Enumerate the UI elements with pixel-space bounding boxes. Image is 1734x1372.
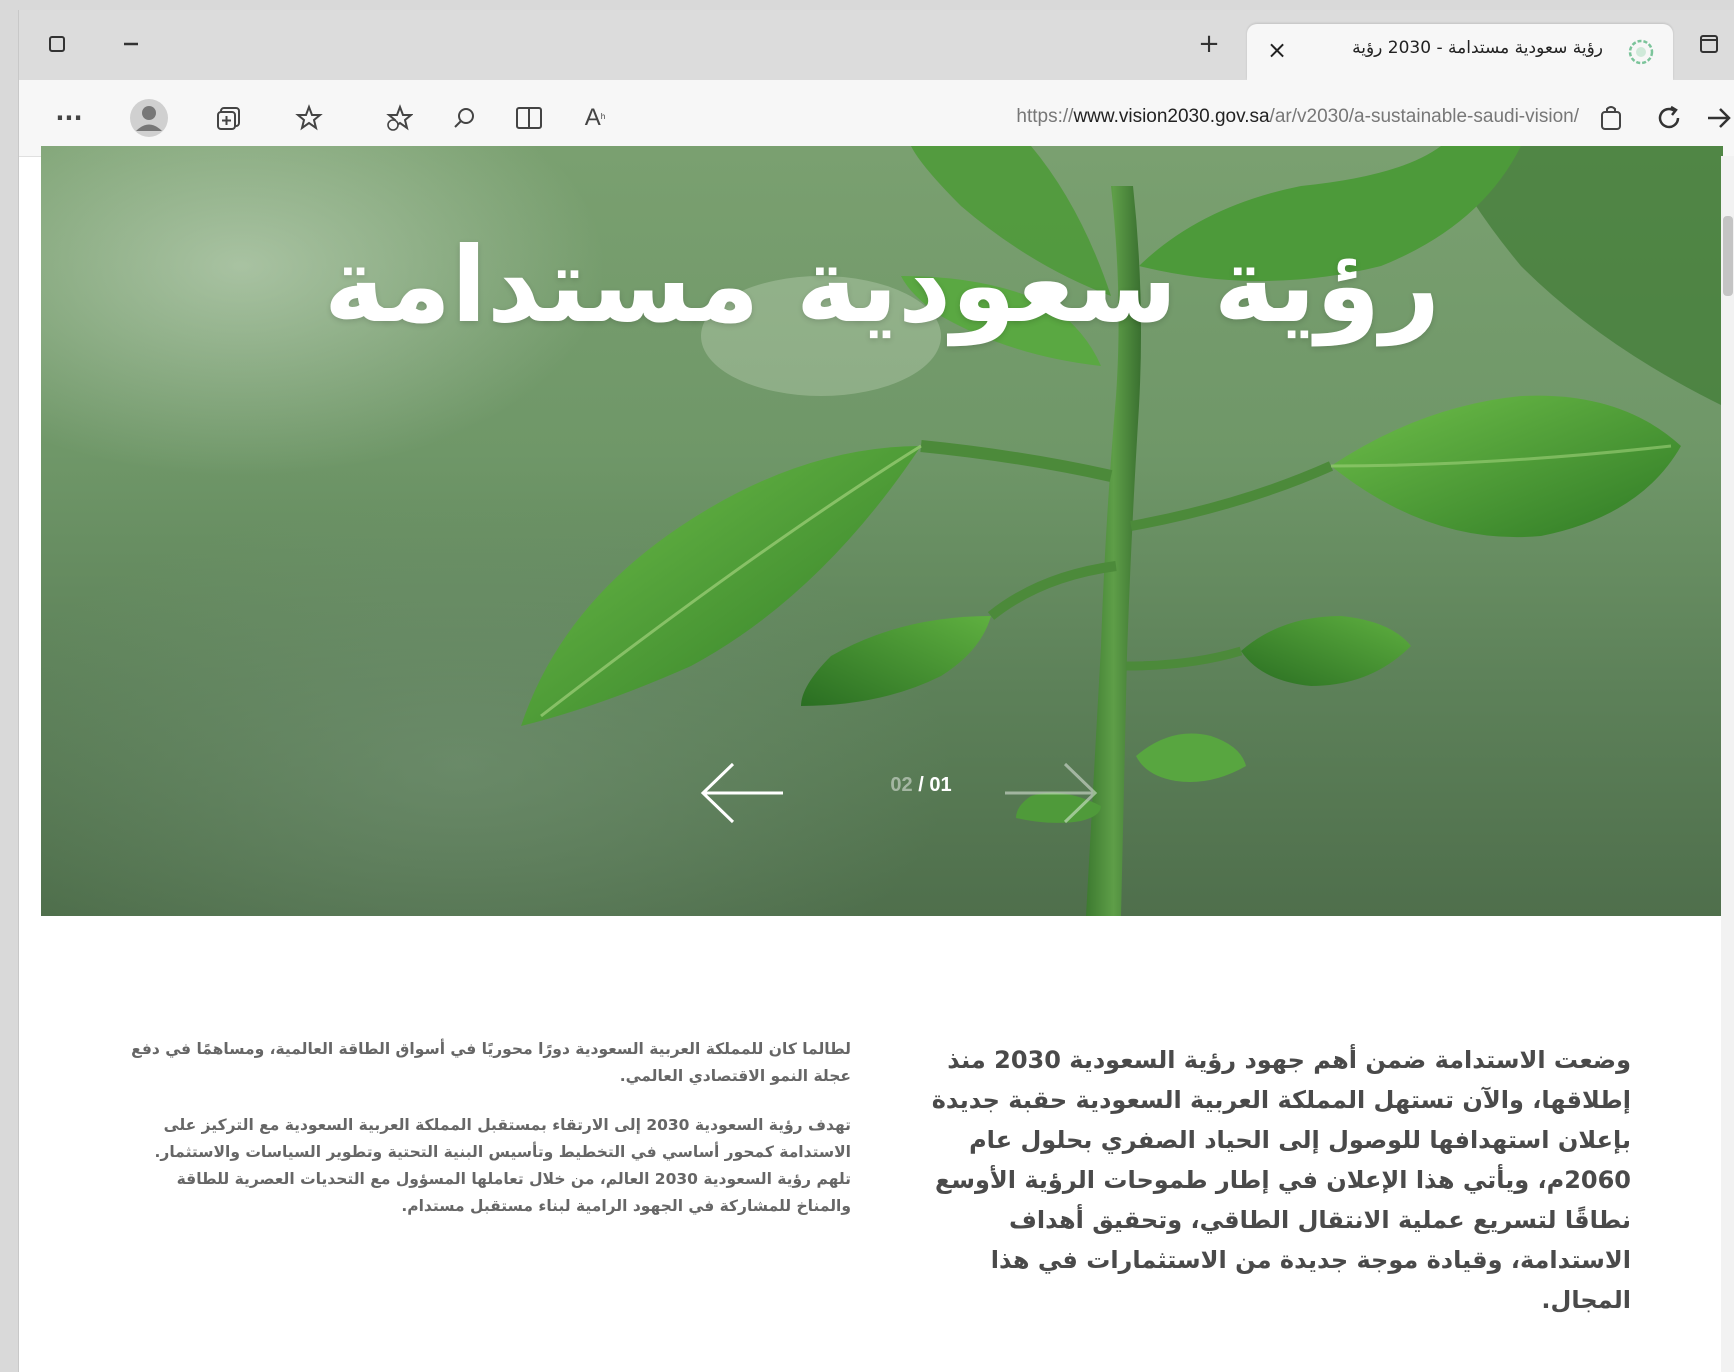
slider-prev-button[interactable] xyxy=(697,760,787,826)
minimize-icon[interactable] xyxy=(109,24,153,64)
url-path: /ar/v2030/a-sustainable-saudi-vision/ xyxy=(1269,106,1579,127)
tab-title: رؤية سعودية مستدامة - 2030 رؤية xyxy=(1352,38,1603,58)
favicon-icon xyxy=(1627,38,1655,66)
arrow-left-icon xyxy=(700,762,783,824)
url-domain: www.vision2030.gov.sa xyxy=(1073,106,1270,127)
hero-slider: رؤية سعودية مستدامة 02 / 01 xyxy=(41,146,1723,916)
slide-counter: 02 / 01 xyxy=(861,774,981,797)
active-tab[interactable]: × رؤية سعودية مستدامة - 2030 رؤية xyxy=(1247,24,1673,80)
article-content: وضعت الاستدامة ضمن أهم جهود رؤية السعودي… xyxy=(41,916,1723,1372)
details-paragraph-2: تهدف رؤية السعودية 2030 إلى الارتقاء بمس… xyxy=(154,1116,851,1215)
title-bar: + × رؤية سعودية مستدامة - 2030 رؤية xyxy=(19,10,1734,80)
arrow-right-icon xyxy=(1005,762,1098,824)
intro-column: وضعت الاستدامة ضمن أهم جهود رؤية السعودي… xyxy=(901,1040,1631,1320)
hero-title: رؤية سعودية مستدامة xyxy=(323,224,1441,346)
add-favorite-icon[interactable] xyxy=(379,98,419,138)
read-aloud-icon[interactable]: Aʰ xyxy=(575,98,615,138)
extensions-icon[interactable] xyxy=(1591,98,1631,138)
more-icon[interactable]: ··· xyxy=(49,98,89,138)
more-menu-label: ··· xyxy=(55,104,83,132)
slide-current: 01 xyxy=(929,774,952,796)
favorites-icon[interactable] xyxy=(289,98,329,138)
profile-icon[interactable] xyxy=(129,98,169,138)
refresh-icon[interactable] xyxy=(1649,98,1689,138)
tab-actions-icon[interactable] xyxy=(35,24,79,64)
forward-icon[interactable] xyxy=(1699,98,1734,138)
close-icon: × xyxy=(1266,36,1288,64)
vertical-scrollbar[interactable] xyxy=(1721,156,1734,1372)
new-tab-button[interactable]: + xyxy=(1187,24,1231,64)
url-prefix: https:// xyxy=(1016,106,1074,127)
slider-next-button[interactable] xyxy=(1001,760,1101,826)
slide-total: 02 xyxy=(890,774,913,796)
collections-icon[interactable] xyxy=(209,98,249,138)
find-icon[interactable] xyxy=(445,98,485,138)
browser-window: + × رؤية سعودية مستدامة - 2030 رؤية ··· xyxy=(18,10,1734,1372)
slide-separator: / xyxy=(912,774,930,796)
close-tab-button[interactable]: × xyxy=(1261,34,1293,66)
scrollbar-thumb[interactable] xyxy=(1723,216,1733,296)
window-restore-icon[interactable] xyxy=(1687,24,1731,64)
intro-paragraph: وضعت الاستدامة ضمن أهم جهود رؤية السعودي… xyxy=(931,1046,1631,1314)
details-column: لطالما كان للمملكة العربية السعودية دورً… xyxy=(121,1036,851,1242)
address-bar[interactable]: https://www.vision2030.gov.sa/ar/v2030/a… xyxy=(719,92,1579,142)
immersive-reader-icon[interactable] xyxy=(509,98,549,138)
new-tab-icon: + xyxy=(1198,29,1220,59)
details-paragraph-1: لطالما كان للمملكة العربية السعودية دورً… xyxy=(131,1040,851,1085)
